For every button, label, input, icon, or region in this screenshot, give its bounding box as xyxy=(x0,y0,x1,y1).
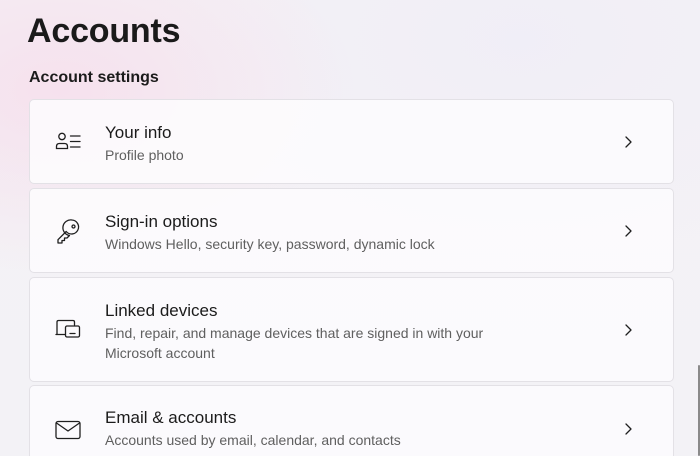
setting-item-sign-in-options[interactable]: Sign-in options Windows Hello, security … xyxy=(29,188,674,273)
chevron-right-icon xyxy=(621,422,635,436)
setting-item-title: Email & accounts xyxy=(105,408,237,427)
setting-item-subtitle: Accounts used by email, calendar, and co… xyxy=(105,432,401,448)
mail-icon xyxy=(54,416,82,444)
person-info-icon xyxy=(54,128,82,156)
setting-item-linked-devices[interactable]: Linked devices Find, repair, and manage … xyxy=(29,277,674,382)
setting-item-text: Sign-in options Windows Hello, security … xyxy=(105,212,553,254)
key-icon xyxy=(54,217,82,245)
setting-item-text: Your info Profile photo xyxy=(105,123,553,165)
chevron-right-icon xyxy=(621,135,635,149)
setting-item-subtitle: Windows Hello, security key, password, d… xyxy=(105,236,435,252)
setting-item-text: Email & accounts Accounts used by email,… xyxy=(105,408,553,450)
setting-item-subtitle: Find, repair, and manage devices that ar… xyxy=(105,325,484,361)
setting-item-your-info[interactable]: Your info Profile photo xyxy=(29,99,674,184)
setting-item-subtitle: Profile photo xyxy=(105,147,184,163)
setting-item-text: Linked devices Find, repair, and manage … xyxy=(105,301,533,363)
section-title: Account settings xyxy=(29,69,159,86)
chevron-right-icon xyxy=(621,323,635,337)
setting-item-title: Sign-in options xyxy=(105,212,218,231)
page-title: Accounts xyxy=(27,12,181,50)
devices-icon xyxy=(54,316,82,344)
setting-item-email-and-accounts[interactable]: Email & accounts Accounts used by email,… xyxy=(29,385,674,456)
setting-item-title: Your info xyxy=(105,123,172,142)
chevron-right-icon xyxy=(621,224,635,238)
setting-item-title: Linked devices xyxy=(105,301,218,320)
